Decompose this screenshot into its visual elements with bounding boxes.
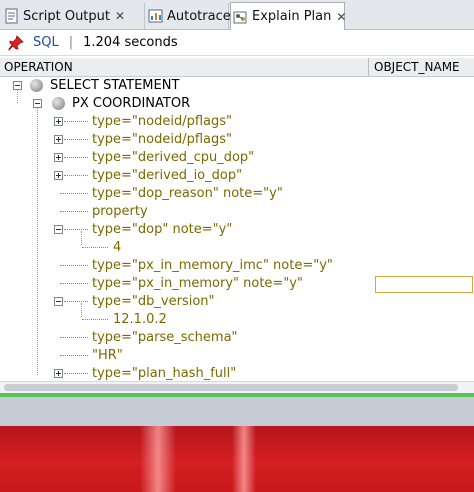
pin-icon[interactable] bbox=[7, 34, 25, 52]
background-glare bbox=[232, 426, 256, 492]
tree-row-label: type="derived_io_dop" bbox=[92, 168, 243, 183]
operation-node-icon bbox=[30, 79, 43, 92]
tree-connector bbox=[64, 301, 88, 303]
expand-icon[interactable] bbox=[54, 369, 63, 378]
operation-node-icon bbox=[52, 97, 65, 110]
tree-row[interactable]: type="dop_reason" note="y" bbox=[0, 185, 474, 203]
close-icon[interactable]: ✕ bbox=[115, 9, 125, 23]
tree-row[interactable]: type="parse_schema" bbox=[0, 329, 474, 347]
tree-connector bbox=[82, 247, 108, 249]
tree-connector bbox=[64, 157, 88, 159]
tree-row[interactable]: 4 bbox=[0, 239, 474, 257]
tree-row[interactable]: type="nodeid/pflags" bbox=[0, 113, 474, 131]
tab-script-output[interactable]: Script Output ✕ bbox=[2, 3, 145, 29]
tree-row-select-statement[interactable]: SELECT STATEMENT bbox=[0, 77, 474, 95]
tree-row-label: type="nodeid/pflags" bbox=[92, 114, 233, 129]
tree-row-label: 4 bbox=[113, 240, 122, 255]
tab-label: Explain Plan bbox=[252, 9, 332, 24]
plan-table-header: OPERATION OBJECT_NAME bbox=[0, 58, 474, 77]
tab-label: Script Output bbox=[23, 8, 110, 24]
plan-tree: SELECT STATEMENT PX COORDINATOR type="no… bbox=[0, 77, 474, 387]
tree-connector bbox=[64, 229, 88, 231]
column-header-operation[interactable]: OPERATION bbox=[0, 58, 73, 76]
column-header-object-name[interactable]: OBJECT_NAME bbox=[370, 58, 460, 76]
tree-connector bbox=[60, 337, 88, 339]
background-glare bbox=[140, 426, 176, 492]
desktop-background bbox=[0, 426, 474, 492]
horizontal-scrollbar[interactable] bbox=[0, 381, 474, 393]
collapse-icon[interactable] bbox=[54, 225, 63, 234]
object-name-cell-editor[interactable] bbox=[375, 276, 473, 293]
toolbar-separator: | bbox=[68, 35, 74, 50]
tree-row-label: type="dop_reason" note="y" bbox=[92, 186, 283, 201]
tab-autotrace[interactable]: Autotrace ✕ bbox=[146, 3, 246, 29]
tree-row-label: 12.1.0.2 bbox=[113, 312, 167, 327]
tree-connector bbox=[64, 373, 88, 375]
collapse-icon[interactable] bbox=[13, 81, 22, 90]
tree-connector bbox=[64, 121, 88, 123]
close-icon[interactable]: ✕ bbox=[336, 10, 346, 24]
tree-row[interactable]: "HR" bbox=[0, 347, 474, 365]
scrollbar-thumb[interactable] bbox=[4, 384, 458, 391]
tree-row[interactable]: type="derived_cpu_dop" bbox=[0, 149, 474, 167]
expand-icon[interactable] bbox=[54, 153, 63, 162]
expand-icon[interactable] bbox=[54, 117, 63, 126]
explain-plan-toolbar: SQL | 1.204 seconds bbox=[0, 30, 474, 56]
script-output-icon bbox=[4, 8, 20, 24]
tab-explain-plan[interactable]: Explain Plan ✕ bbox=[230, 2, 346, 30]
collapse-icon[interactable] bbox=[54, 297, 63, 306]
tree-row-label: type="px_in_memory" note="y" bbox=[92, 276, 303, 291]
tree-row[interactable]: type="px_in_memory_imc" note="y" bbox=[0, 257, 474, 275]
tree-row-label: SELECT STATEMENT bbox=[50, 78, 180, 93]
tree-connector bbox=[64, 175, 88, 177]
tab-bar: Script Output ✕ Autotrace ✕ Explain Plan… bbox=[0, 0, 474, 30]
tree-row[interactable]: type="db_version" bbox=[0, 293, 474, 311]
tree-connector bbox=[60, 265, 88, 267]
sql-link[interactable]: SQL bbox=[33, 35, 59, 50]
tree-row-label: type="parse_schema" bbox=[92, 330, 238, 345]
tab-label: Autotrace bbox=[167, 8, 231, 24]
tree-row-px-coordinator[interactable]: PX COORDINATOR bbox=[0, 95, 474, 113]
tree-row[interactable]: type="derived_io_dop" bbox=[0, 167, 474, 185]
tree-row-label: property bbox=[92, 204, 148, 219]
tree-connector bbox=[60, 283, 88, 285]
tree-row[interactable]: type="dop" note="y" bbox=[0, 221, 474, 239]
tree-connector bbox=[82, 319, 108, 321]
tree-row[interactable]: 12.1.0.2 bbox=[0, 311, 474, 329]
explain-plan-icon bbox=[233, 9, 249, 25]
lower-panel bbox=[0, 397, 474, 427]
tree-connector bbox=[60, 193, 88, 195]
expand-icon[interactable] bbox=[54, 135, 63, 144]
tree-row-label: PX COORDINATOR bbox=[72, 96, 191, 111]
tree-row-label: type="db_version" bbox=[92, 294, 215, 309]
column-divider[interactable] bbox=[368, 58, 369, 76]
tree-connector bbox=[60, 211, 88, 213]
tree-row[interactable]: type="nodeid/pflags" bbox=[0, 131, 474, 149]
tree-row-label: type="derived_cpu_dop" bbox=[92, 150, 255, 165]
tree-row-label: type="dop" note="y" bbox=[92, 222, 233, 237]
tree-row-label: type="nodeid/pflags" bbox=[92, 132, 233, 147]
autotrace-icon bbox=[148, 8, 164, 24]
tree-connector bbox=[64, 139, 88, 141]
elapsed-time: 1.204 seconds bbox=[83, 35, 178, 50]
tree-connector bbox=[60, 355, 88, 357]
expand-icon[interactable] bbox=[54, 171, 63, 180]
tree-row-label: type="px_in_memory_imc" note="y" bbox=[92, 258, 333, 273]
collapse-icon[interactable] bbox=[33, 99, 42, 108]
tree-row-label: "HR" bbox=[92, 348, 123, 363]
tree-row[interactable]: property bbox=[0, 203, 474, 221]
